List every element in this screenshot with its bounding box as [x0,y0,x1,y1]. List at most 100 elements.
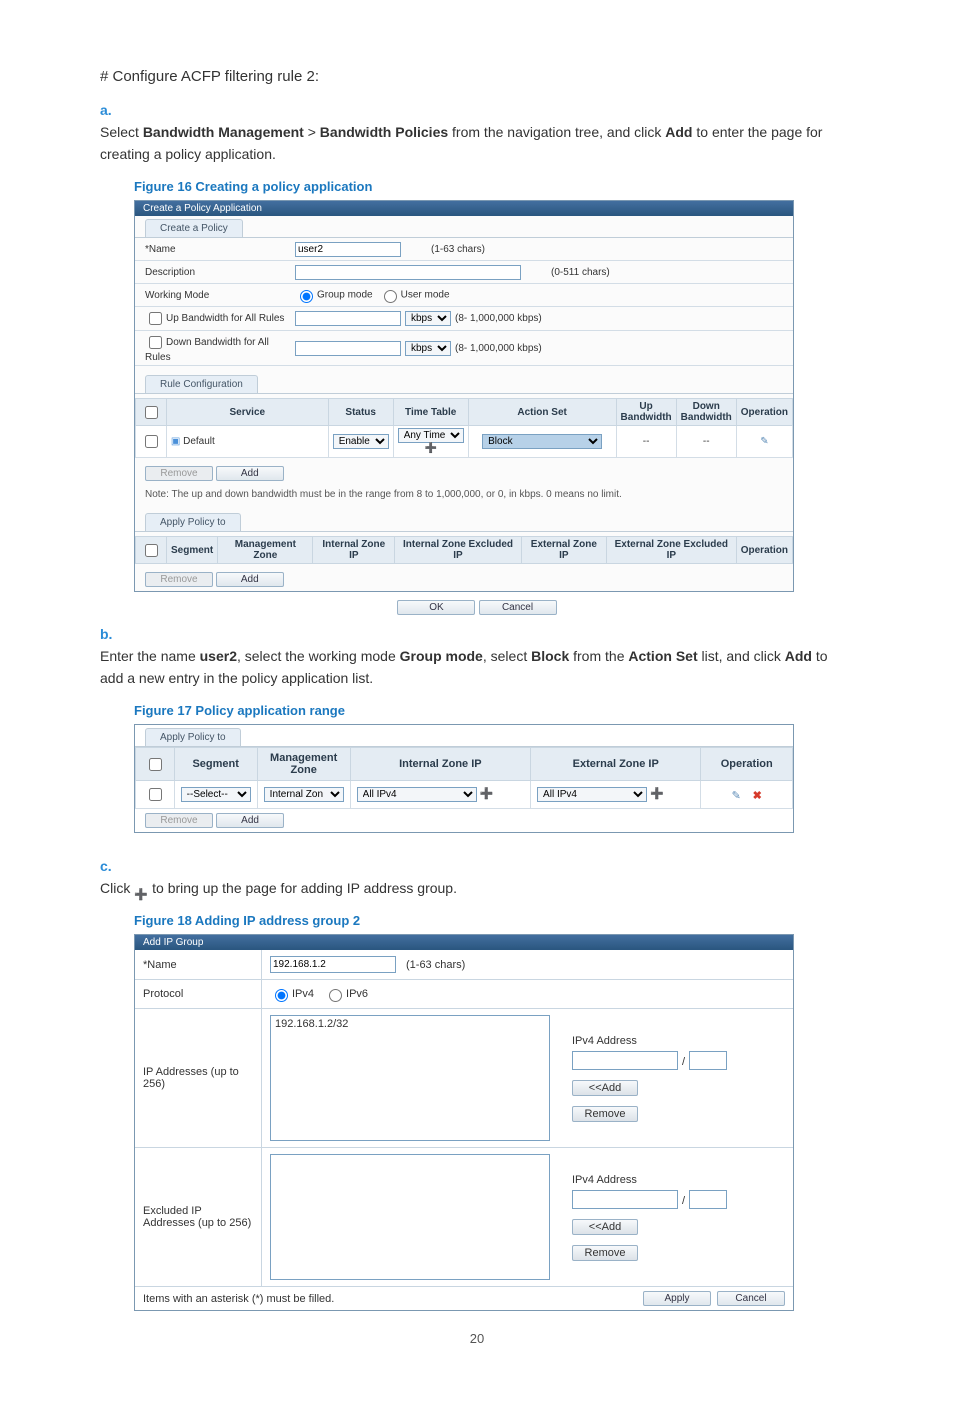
ext-ip-sel[interactable]: All IPv4 [537,787,647,802]
time-sel[interactable]: Any Time [398,428,464,443]
ipv4-input[interactable] [572,1051,678,1070]
ipv6-radio[interactable]: IPv6 [324,986,368,1002]
remove-ip-btn2[interactable]: Remove [572,1245,638,1261]
tab-rule-config[interactable]: Rule Configuration [145,375,258,393]
service-icon: ▣ [171,436,180,447]
col-mgmt: Management Zone [218,537,313,564]
desc-hint: (0-511 chars) [551,267,610,278]
select-all-chk2[interactable] [145,544,158,557]
apply-table: Segment Management Zone Internal Zone IP… [135,536,793,564]
add-time-icon[interactable]: ➕ [425,443,437,455]
panel-title: Create a Policy Application [135,201,793,216]
cancel-button18[interactable]: Cancel [717,1291,785,1306]
add-ip-btn[interactable]: <<Add [572,1080,638,1096]
col-op: Operation [736,399,792,426]
ok-button[interactable]: OK [397,600,475,615]
row-chk[interactable] [145,435,158,448]
col-downbw: Down Bandwidth [676,399,736,426]
name-input18[interactable] [270,956,396,973]
plus-inline-icon [134,882,148,896]
up-bw-input[interactable] [295,311,401,326]
col-seg: Segment [167,537,218,564]
slash: / [682,1056,685,1068]
delete-icon-17[interactable]: ✖ [750,789,764,801]
desc-label: Description [145,267,295,278]
select-all-chk[interactable] [145,406,158,419]
col-upbw: Up Bandwidth [616,399,676,426]
name-input[interactable] [295,242,401,257]
ipv4-addr-label2: IPv4 Address [572,1174,727,1186]
col-intex: Internal Zone Excluded IP [395,537,522,564]
figure16-panel: Create a Policy Application Create a Pol… [134,200,794,592]
up-bw-chk[interactable]: Up Bandwidth for All Rules [145,309,295,328]
rule-row: ▣ Default Enable Any Time ➕ Block -- -- … [136,426,793,458]
ip-list[interactable]: 192.168.1.2/32 [270,1015,550,1141]
up-bw-hint: (8- 1,000,000 kbps) [455,313,542,324]
rule-table: Service Status Time Table Action Set Up … [135,398,793,458]
status-sel[interactable]: Enable [333,434,389,449]
row-chk17[interactable] [149,788,162,801]
step-c: c. Click to bring up the page for adding… [100,855,854,899]
edit-icon[interactable]: ✎ [760,436,768,447]
col-extip: External Zone IP [521,537,606,564]
t: Add [665,124,692,140]
ipv4-input2[interactable] [572,1190,678,1209]
cancel-button[interactable]: Cancel [479,600,557,615]
action-sel[interactable]: Block [482,434,602,449]
add-ext-ip-icon[interactable] [650,787,664,801]
col-status: Status [328,399,393,426]
add-btn2[interactable]: Add [216,572,284,587]
mode-user-radio[interactable]: User mode [379,287,450,303]
figure17-title: Figure 17 Policy application range [134,703,854,718]
select-all-17[interactable] [149,758,162,771]
col-extex: External Zone Excluded IP [606,537,736,564]
col-int17: Internal Zone IP [350,748,530,781]
mgmt-sel[interactable]: Internal Zon [264,787,344,802]
t: Bandwidth Policies [320,124,448,140]
figure16-title: Figure 16 Creating a policy application [134,179,854,194]
tab-create-policy[interactable]: Create a Policy [145,219,243,237]
step-b-letter: b. [100,623,124,645]
apply-button[interactable]: Apply [643,1291,711,1306]
ipv4-addr-label: IPv4 Address [572,1035,727,1047]
add-int-ip-icon[interactable] [480,787,494,801]
ipv4-radio[interactable]: IPv4 [270,986,314,1002]
add-btn[interactable]: Add [216,466,284,481]
t: from the navigation tree, and click [448,124,665,140]
mask-input[interactable] [689,1051,727,1070]
edit-icon-17[interactable]: ✎ [729,789,743,801]
name-label: *Name [145,244,295,255]
tab-apply-policy[interactable]: Apply Policy to [145,513,241,531]
name-label18: *Name [135,950,262,979]
name-hint18: (1-63 chars) [406,959,465,971]
down-bw-unit[interactable]: kbps [405,341,451,356]
desc-input[interactable] [295,265,521,280]
tab-apply17[interactable]: Apply Policy to [145,728,241,746]
figure17-panel: Apply Policy to Segment Management Zone … [134,724,794,833]
remove-btn[interactable]: Remove [145,466,213,481]
rule-heading: # Configure ACFP filtering rule 2: [100,68,854,85]
down-bw-chk[interactable]: Down Bandwidth for All Rules [145,333,295,363]
add-btn17[interactable]: Add [216,813,284,828]
remove-ip-btn[interactable]: Remove [572,1106,638,1122]
int-ip-sel[interactable]: All IPv4 [357,787,477,802]
add-ip-btn2[interactable]: <<Add [572,1219,638,1235]
remove-btn17[interactable]: Remove [145,813,213,828]
t: > [304,124,320,140]
segment-sel[interactable]: --Select-- [181,787,251,802]
downbw-cell: -- [676,426,736,458]
mode-group-radio[interactable]: Group mode [295,287,373,303]
col-time: Time Table [393,399,468,426]
excl-ip-list[interactable] [270,1154,550,1280]
mask-input2[interactable] [689,1190,727,1209]
down-bw-input[interactable] [295,341,401,356]
step-a-letter: a. [100,99,124,121]
remove-btn2[interactable]: Remove [145,572,213,587]
up-bw-unit[interactable]: kbps [405,311,451,326]
t: Bandwidth Management [143,124,304,140]
col-op2: Operation [736,537,792,564]
ip-addr-label: IP Addresses (up to 256) [135,1009,262,1147]
service-name: Default [183,436,215,447]
col-intip: Internal Zone IP [313,537,395,564]
footer-msg: Items with an asterisk (*) must be fille… [143,1293,637,1305]
